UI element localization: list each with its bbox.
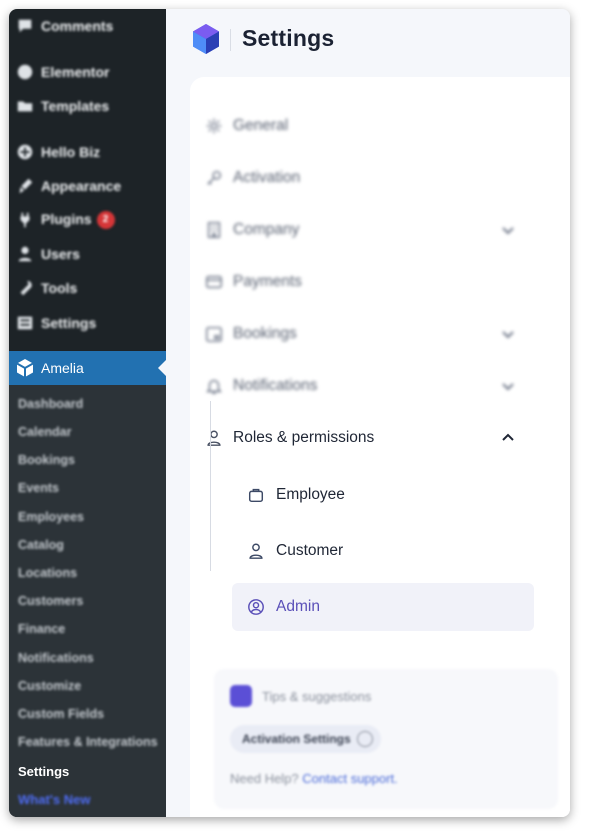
amelia-logo-icon	[193, 24, 219, 54]
menu-label: Tools	[41, 280, 78, 296]
nav-roles-permissions[interactable]: Roles & permissions	[166, 418, 516, 458]
menu-item-settings[interactable]: Settings	[9, 310, 166, 336]
amelia-logo-icon	[15, 358, 35, 378]
calendar-icon	[204, 324, 224, 344]
menu-label: Amelia	[41, 360, 84, 376]
submenu-customers[interactable]: Customers	[18, 594, 83, 608]
submenu-features-integrations[interactable]: Features & Integrations	[18, 735, 158, 749]
user-icon	[15, 244, 35, 264]
card-icon	[204, 272, 224, 292]
menu-item-plugins[interactable]: Plugins 2	[9, 207, 166, 233]
submenu-settings[interactable]: Settings	[18, 764, 69, 779]
nav-label: Notifications	[233, 377, 318, 394]
chevron-up-icon[interactable]	[501, 431, 515, 445]
menu-label: Settings	[41, 315, 97, 331]
main-content: Settings General Activation Company Paym…	[166, 9, 570, 817]
menu-item-appearance[interactable]: Appearance	[9, 173, 166, 199]
menu-item-tools[interactable]: Tools	[9, 275, 166, 301]
menu-item-users[interactable]: Users	[9, 241, 166, 267]
menu-item-templates[interactable]: Templates	[9, 93, 166, 119]
chevron-down-icon[interactable]	[501, 327, 515, 341]
person-icon	[204, 428, 224, 448]
app-window: Comments Elementor Templates Hello Biz A…	[9, 9, 570, 817]
person-icon	[246, 541, 266, 561]
update-count-badge: 2	[96, 211, 115, 230]
tips-card: Tips & suggestions Activation Settings N…	[214, 669, 558, 809]
submenu-events[interactable]: Events	[18, 481, 59, 495]
nav-employee[interactable]: Employee	[232, 471, 534, 519]
submenu-whats-new[interactable]: What's New	[18, 792, 90, 807]
elementor-icon	[15, 62, 35, 82]
bell-icon	[204, 376, 224, 396]
tips-title: Tips & suggestions	[262, 689, 372, 704]
nav-admin[interactable]: Admin	[232, 583, 534, 631]
brush-icon	[15, 176, 35, 196]
wrench-icon	[15, 278, 35, 298]
nav-label: Roles & permissions	[233, 429, 375, 446]
submenu-custom-fields[interactable]: Custom Fields	[18, 707, 104, 721]
wp-admin-sidebar: Comments Elementor Templates Hello Biz A…	[9, 9, 166, 817]
sliders-icon	[15, 313, 35, 333]
submenu-notifications[interactable]: Notifications	[18, 651, 94, 665]
chevron-down-icon[interactable]	[501, 379, 515, 393]
submenu-calendar[interactable]: Calendar	[18, 425, 72, 439]
folder-icon	[15, 96, 35, 116]
nav-payments[interactable]: Payments	[166, 262, 516, 302]
menu-label: Users	[41, 246, 80, 262]
plugins-label: Plugins	[41, 210, 92, 227]
nav-label: Bookings	[233, 325, 297, 342]
active-menu-pointer	[158, 360, 166, 376]
nav-label: Employee	[276, 486, 345, 503]
nav-label: Activation	[233, 169, 301, 186]
submenu-catalog[interactable]: Catalog	[18, 538, 64, 552]
menu-label: Appearance	[41, 178, 122, 194]
plus-circle-icon	[15, 142, 35, 162]
nav-label: Company	[233, 221, 300, 238]
submenu-tree-line	[210, 401, 211, 571]
briefcase-icon	[246, 485, 266, 505]
header-divider	[230, 29, 231, 51]
menu-label: Plugins 2	[41, 210, 115, 230]
menu-item-hello-biz[interactable]: Hello Biz	[9, 139, 166, 165]
chevron-down-icon[interactable]	[501, 223, 515, 237]
nav-label: Customer	[276, 542, 344, 559]
nav-bookings[interactable]: Bookings	[166, 314, 516, 354]
menu-label: Templates	[41, 98, 110, 114]
nav-activation[interactable]: Activation	[166, 158, 516, 198]
menu-label: Hello Biz	[41, 144, 101, 160]
gear-icon	[204, 116, 224, 136]
menu-label: Elementor	[41, 64, 110, 80]
chip-label: Activation Settings	[242, 732, 351, 746]
user-circle-icon	[246, 597, 266, 617]
submenu-customize[interactable]: Customize	[18, 679, 81, 693]
help-label: Need Help?	[230, 771, 299, 786]
page-title: Settings	[242, 25, 335, 51]
nav-general[interactable]: General	[166, 106, 516, 146]
comment-icon	[15, 16, 35, 36]
menu-item-elementor[interactable]: Elementor	[9, 59, 166, 85]
nav-label: General	[233, 117, 289, 134]
menu-label: Comments	[41, 18, 114, 34]
menu-item-comments[interactable]: Comments	[9, 13, 166, 39]
building-icon	[204, 220, 224, 240]
lightbulb-icon	[230, 685, 252, 707]
submenu-finance[interactable]: Finance	[18, 622, 65, 636]
help-text: Need Help? Contact support.	[230, 771, 398, 786]
nav-label: Admin	[276, 598, 320, 615]
activation-settings-chip[interactable]: Activation Settings	[230, 725, 381, 753]
arrow-right-icon	[356, 731, 373, 747]
key-icon	[204, 168, 224, 188]
contact-support-link[interactable]: Contact support.	[302, 771, 397, 786]
nav-notifications[interactable]: Notifications	[166, 366, 516, 406]
submenu-bookings[interactable]: Bookings	[18, 453, 75, 467]
nav-customer[interactable]: Customer	[232, 527, 534, 575]
menu-item-amelia[interactable]: Amelia	[9, 351, 166, 385]
plug-icon	[15, 210, 35, 230]
submenu-dashboard[interactable]: Dashboard	[18, 397, 83, 411]
nav-company[interactable]: Company	[166, 210, 516, 250]
submenu-employees[interactable]: Employees	[18, 510, 84, 524]
submenu-locations[interactable]: Locations	[18, 566, 77, 580]
nav-label: Payments	[233, 273, 302, 290]
